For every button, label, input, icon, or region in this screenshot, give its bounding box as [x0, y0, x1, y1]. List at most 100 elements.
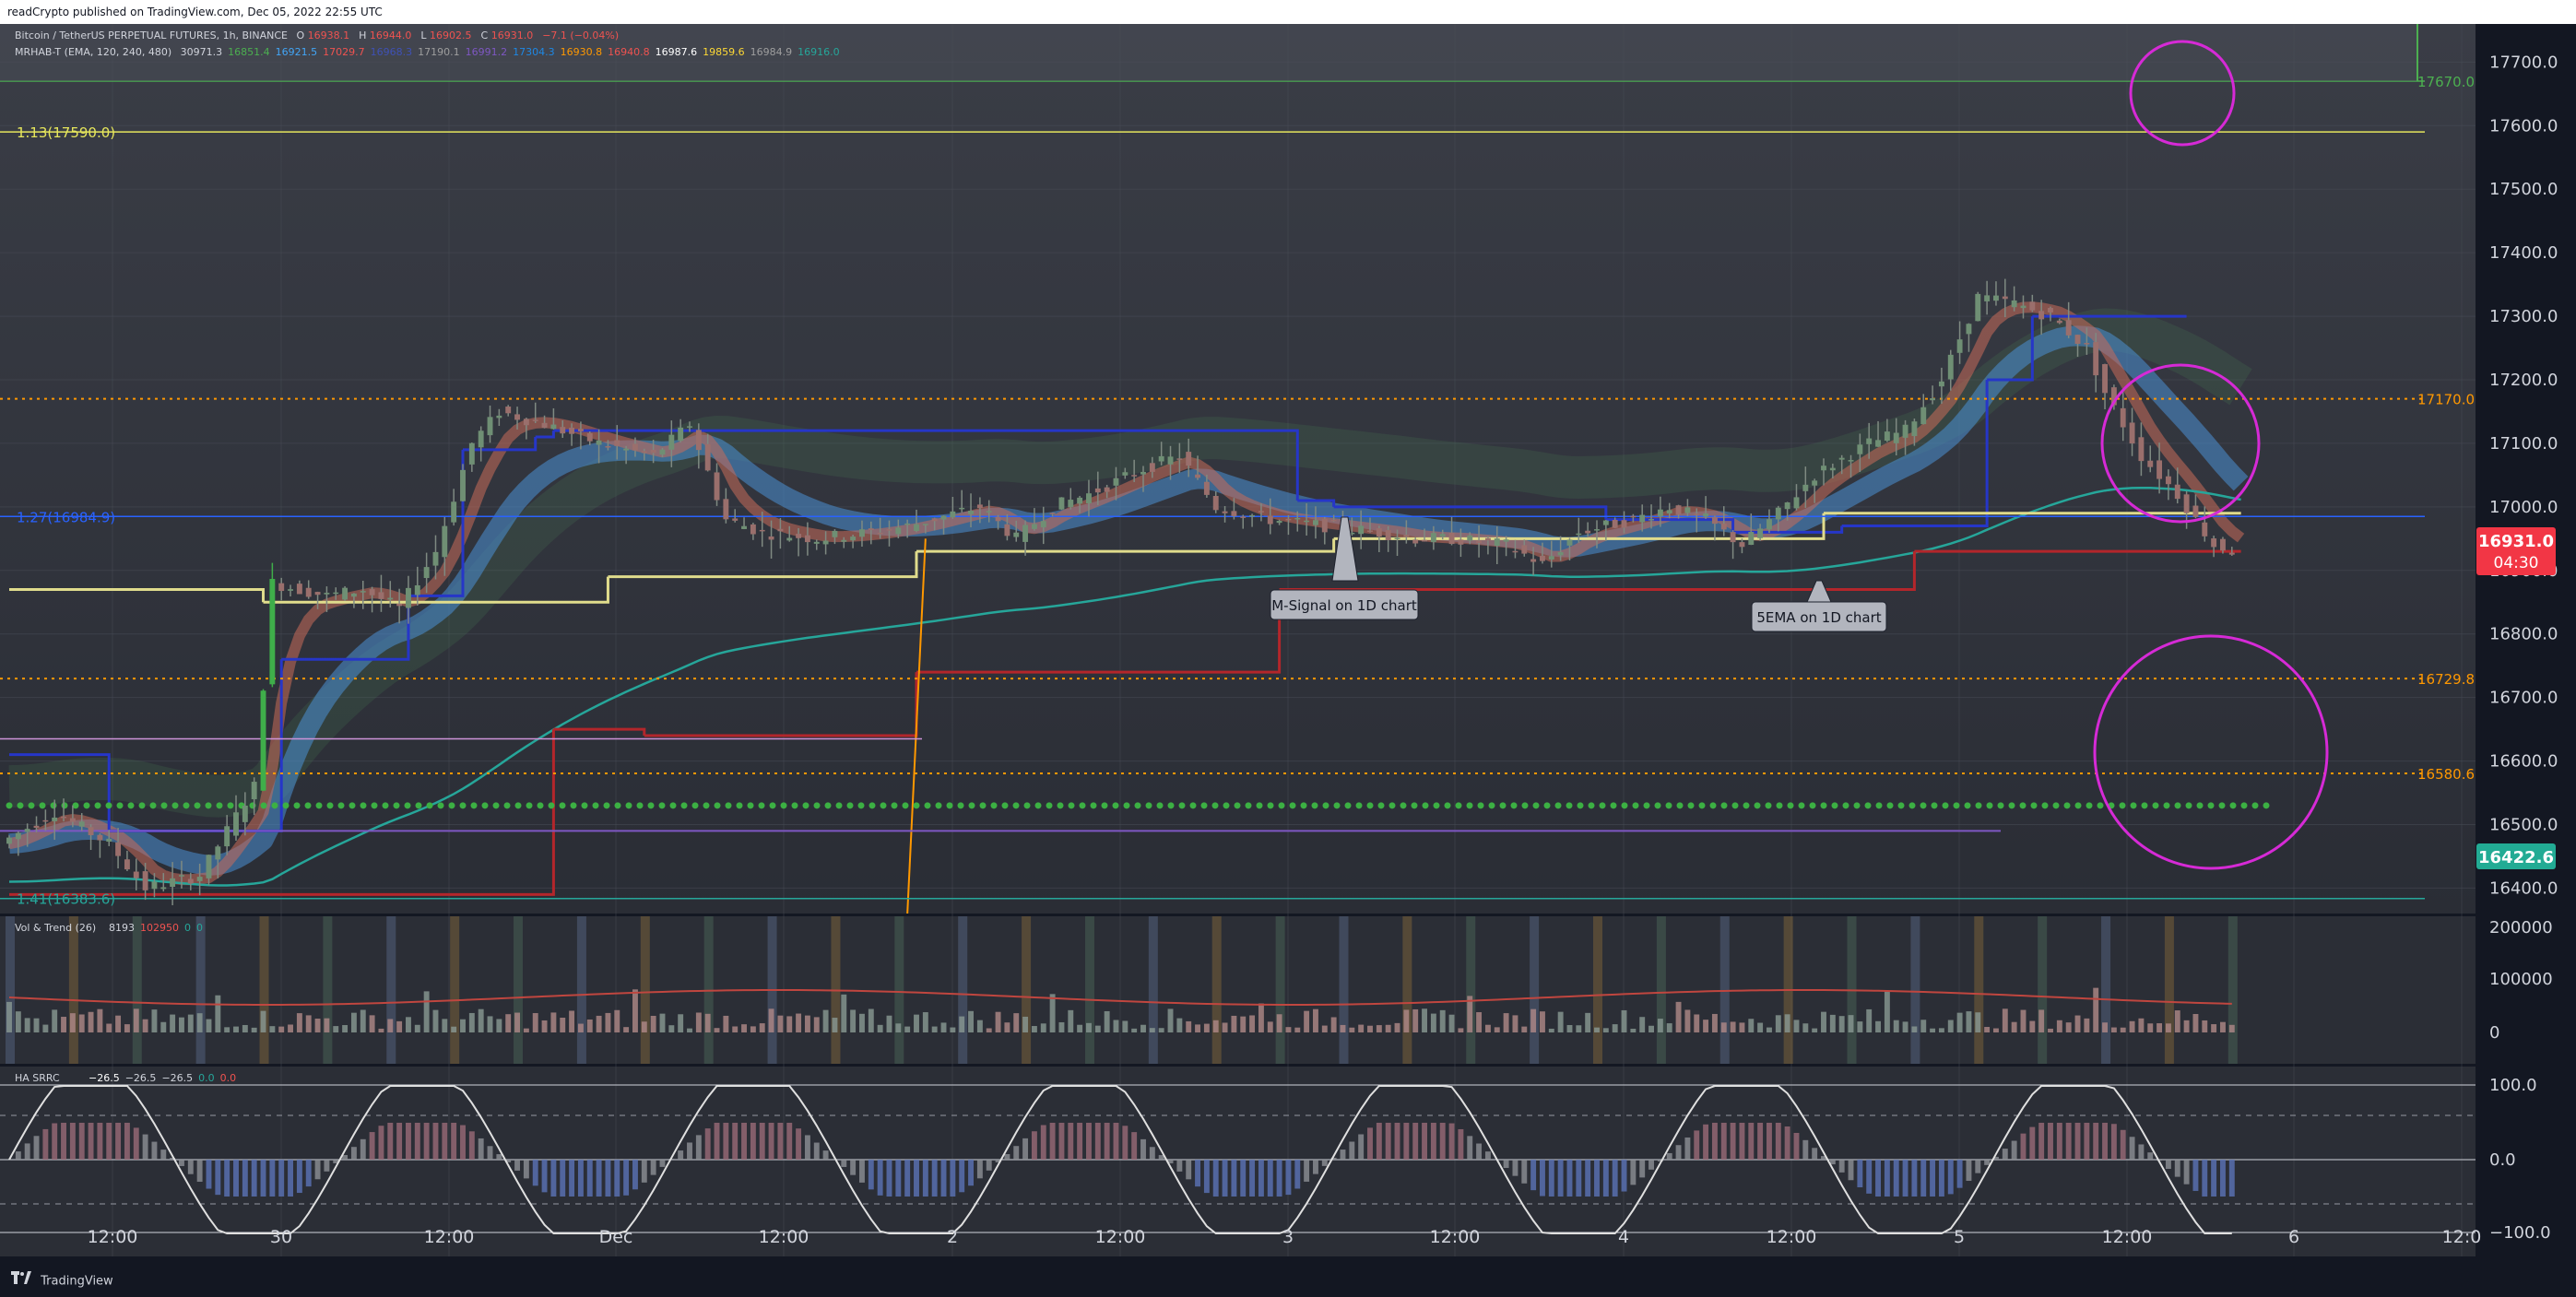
volume-bar	[70, 1013, 76, 1032]
candle-body	[215, 846, 220, 859]
volume-bar	[197, 1013, 203, 1032]
candle-body	[387, 598, 393, 600]
osc-bar	[587, 1160, 593, 1197]
signal-dot	[427, 802, 433, 808]
osc-bar	[769, 1123, 774, 1160]
candle-body	[904, 524, 910, 525]
candle-body	[950, 512, 955, 517]
volume-bar	[151, 1009, 157, 1032]
volume-bar	[1431, 1014, 1436, 1032]
candle-body	[297, 584, 302, 594]
volume-bar	[188, 1015, 194, 1032]
volume-bar	[505, 1014, 511, 1032]
volume-bar	[342, 1025, 348, 1032]
candle-body	[1830, 468, 1836, 471]
osc-bar	[1358, 1135, 1364, 1160]
main-pane[interactable]	[0, 24, 2476, 914]
candle-body	[651, 450, 656, 453]
candle-body	[97, 835, 102, 841]
candle-body	[1495, 538, 1500, 546]
trend-stripe	[1276, 916, 1285, 1064]
trend-stripe	[2228, 916, 2238, 1064]
osc-bar	[451, 1123, 456, 1160]
volume-bar	[2012, 1022, 2017, 1032]
time-tick-label: 3	[1282, 1227, 1294, 1247]
volume-bar	[252, 1028, 257, 1032]
trend-stripe	[1022, 916, 1031, 1064]
volume-tick-label: 0	[2489, 1023, 2499, 1043]
signal-dot	[1943, 802, 1949, 808]
signal-dot	[571, 802, 577, 808]
signal-dot	[759, 802, 765, 808]
osc-bar	[660, 1160, 666, 1167]
signal-dot	[726, 802, 732, 808]
osc-bar	[252, 1160, 257, 1197]
volume-bar	[2093, 988, 2098, 1032]
pane-value: 102950	[140, 922, 179, 934]
candle-body	[89, 827, 94, 835]
candle-body	[1603, 521, 1609, 525]
trend-stripe	[6, 916, 15, 1064]
candle-body	[1204, 482, 1210, 495]
osc-bar	[1802, 1140, 1808, 1160]
candle-body	[1022, 525, 1028, 542]
candle-body	[252, 782, 257, 799]
osc-bar	[1757, 1123, 1763, 1160]
signal-dot	[781, 802, 787, 808]
price-axis[interactable]: 17700.017600.017500.017400.017300.017200…	[2476, 24, 2576, 1267]
candle-body	[1231, 511, 1236, 516]
candle-body	[1041, 521, 1046, 527]
candle-body	[996, 517, 1001, 522]
osc-bar	[34, 1136, 40, 1160]
ohlc-O: O 16938.1	[296, 29, 353, 41]
volume-bar	[306, 1015, 312, 1032]
volume-bar	[578, 1024, 584, 1032]
volume-bar	[124, 1024, 130, 1032]
osc-bar	[1176, 1160, 1182, 1172]
signal-dot	[1423, 802, 1429, 808]
pane-value: −26.5	[161, 1072, 193, 1084]
candle-body	[2057, 321, 2062, 324]
volume-bar	[2220, 1022, 2226, 1032]
trend-stripe	[894, 916, 904, 1064]
signal-dot	[460, 802, 467, 808]
candle-body	[1412, 539, 1418, 543]
signal-dot	[161, 802, 168, 808]
volume-bar	[442, 1019, 447, 1032]
support-price-label: 16422.6	[2478, 848, 2554, 867]
volume-bar	[1920, 1020, 1926, 1032]
signal-dot	[283, 802, 290, 808]
level-label: 1.27(16984.9)	[17, 509, 115, 525]
candle-body	[623, 449, 629, 451]
osc-bar	[1731, 1123, 1736, 1160]
osc-bar	[2121, 1130, 2126, 1160]
candle-body	[1431, 533, 1436, 542]
signal-dot	[1235, 802, 1241, 808]
signal-dot	[1987, 802, 1993, 808]
volume-bar	[996, 1012, 1001, 1032]
volume-bar	[1549, 1029, 1554, 1032]
ohlc-value: 16944.0	[370, 29, 412, 41]
candle-body	[1386, 530, 1391, 540]
candle-body	[106, 839, 112, 842]
volume-bar	[179, 1018, 184, 1032]
level-label: 1.41(16383.6)	[17, 891, 115, 908]
signal-dot	[1821, 802, 1827, 808]
trend-stripe	[1910, 916, 1920, 1064]
pane-value: 0	[184, 922, 191, 934]
osc-bar	[396, 1123, 402, 1160]
volume-bar	[1794, 1020, 1800, 1032]
signal-dot	[2219, 802, 2226, 808]
osc-bar	[1422, 1123, 1427, 1160]
volume-bar	[777, 1016, 783, 1032]
signal-dot	[1555, 802, 1562, 808]
volume-bar	[895, 1023, 901, 1032]
volume-bar	[1223, 1022, 1228, 1032]
candle-body	[642, 451, 647, 453]
volume-bar	[1576, 1025, 1581, 1032]
chart-canvas[interactable]: 17670.01.13(17590.0)17170.01.27(16984.9)…	[0, 24, 2576, 1267]
osc-bar	[1349, 1141, 1354, 1160]
candle-body	[941, 516, 947, 520]
candle-body	[488, 417, 493, 435]
osc-bar	[378, 1126, 384, 1160]
